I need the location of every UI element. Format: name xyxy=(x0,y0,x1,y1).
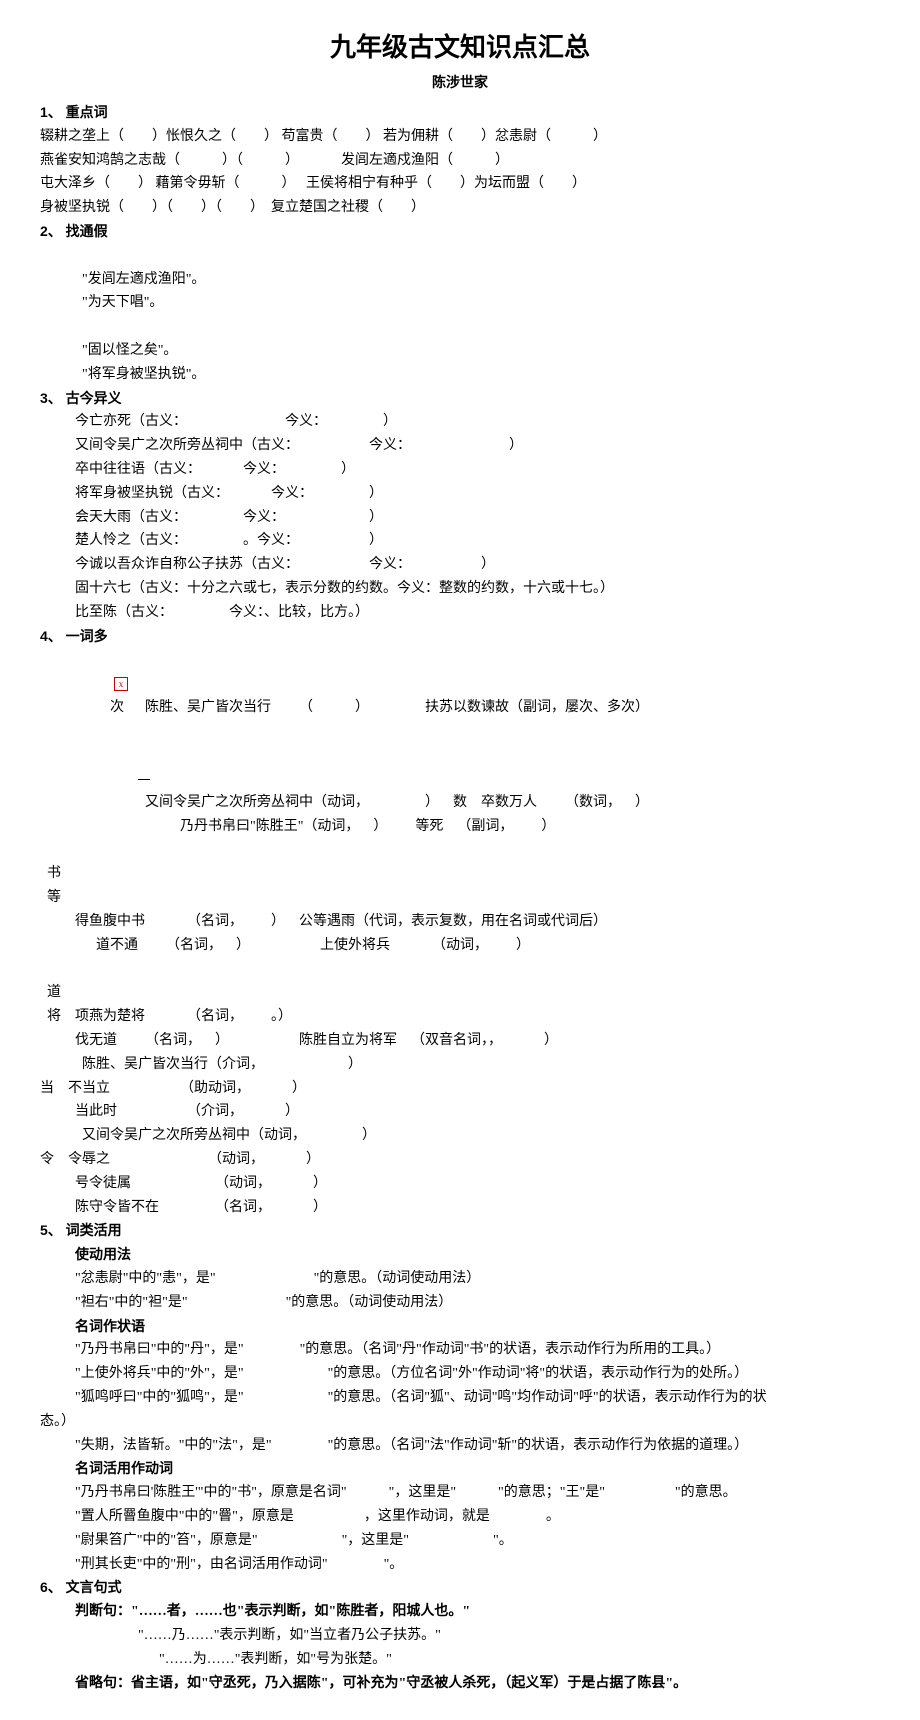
section-3-head: 3、 古今异义 xyxy=(40,387,880,411)
s3-l7: 今诚以吾众诈自称公子扶苏（古义： 今义： ） xyxy=(40,553,880,577)
s5-l9: "尉果笞广"中的"笞"，原意是" "，这里是" "。 xyxy=(40,1529,880,1553)
s4-l13: 令 令辱之 （动词， ） xyxy=(40,1148,880,1172)
s5-sub2: 名词作状语 xyxy=(40,1315,880,1339)
s2-l2a: "固以怪之矣"。 xyxy=(82,339,392,363)
s1-line1: 辍耕之垄上（ ）怅恨久之（ ） 苟富贵（ ） 若为佣耕（ ）忿恚尉（ ） xyxy=(40,125,880,149)
s3-l3: 卒中往往语（古义： 今义： ） xyxy=(40,458,880,482)
s5-l1: "忿恚尉"中的"恚"，是" "的意思。（动词使动用法） xyxy=(40,1267,880,1291)
s3-l4: 将军身被坚执锐（古义： 今义： ） xyxy=(40,482,880,506)
s5-l8: "置人所罾鱼腹中"中的"罾"，原意是 ，这里作动词，就是 。 xyxy=(40,1505,880,1529)
s4-l12: 又间令吴广之次所旁丛祠中（动词， ） xyxy=(40,1124,880,1148)
section-6-head: 6、 文言句式 xyxy=(40,1576,880,1600)
s6-l1b: 判断句："……者，……也"表示判断，如"陈胜者，阳城人也。" xyxy=(75,1604,470,1619)
s4-l7a: 道 xyxy=(47,981,317,1005)
s4-l2: 又间令吴广之次所旁丛祠中（动词， ） 数 卒数万人 （数词， ） xyxy=(40,744,880,815)
s4-l3: 乃丹书帛曰"陈胜王"（动词， ） 等死 （副词， ） xyxy=(40,815,880,839)
s4-l2-txt: 又间令吴广之次所旁丛祠中（动词， ） 数 卒数万人 （数词， ） xyxy=(145,795,649,810)
s5-l5b: 态。） xyxy=(40,1410,880,1434)
s4-l7: 道 将 项燕为楚将 （名词， 。） xyxy=(40,958,880,1029)
s1-line3: 屯大泽乡（ ） 藉第令毋斩（ ） 王侯将相宁有种乎（ ）为坛而盟（ ） xyxy=(40,172,880,196)
s4-l1: x 次 陈胜、吴广皆次当行 （ ） 扶苏以数谏故（副词，屡次、多次） xyxy=(40,648,880,743)
s2-l1a: "发闾左適戍渔阳"。 xyxy=(82,268,392,292)
s5-l4: "上使外将兵"中的"外"，是" "的意思。（方位名词"外"作动词"将"的状语，表… xyxy=(40,1362,880,1386)
s5-sub3: 名词活用作动词 xyxy=(40,1457,880,1481)
s2-line1: "发闾左適戍渔阳"。 "为天下唱"。 xyxy=(40,244,880,315)
s3-l5: 会天大雨（古义： 今义： ） xyxy=(40,506,880,530)
s5-l6: "失期，法皆斩。"中的"法"，是" "的意思。（名词"法"作动词"斩"的状语，表… xyxy=(40,1434,880,1458)
page-subtitle: 陈涉世家 xyxy=(40,71,880,95)
s4-l6: 道不通 （名词， ） 上使外将兵 （动词， ） xyxy=(40,934,880,958)
section-5-head: 5、 词类活用 xyxy=(40,1219,880,1243)
s5-sub1: 使动用法 xyxy=(40,1243,880,1267)
s4-l9: 陈胜、吴广皆次当行（介词， ） xyxy=(40,1053,880,1077)
s4-l10: 当 不当立 （助动词， ） xyxy=(40,1077,880,1101)
s4-l4: 书 等 xyxy=(40,839,880,910)
s2-l1b: "为天下唱"。 xyxy=(82,295,163,310)
s3-l9: 比至陈（古义： 今义：、比较，比方。） xyxy=(40,601,880,625)
s5-l10: "刑其长吏"中的"刑"，由名词活用作动词" "。 xyxy=(40,1553,880,1577)
s4-l4b: 等 xyxy=(47,890,61,905)
s5-l2: "袒右"中的"袒"是" "的意思。（动词使动用法） xyxy=(40,1291,880,1315)
s1-line2: 燕雀安知鸿鹄之志哉（ ）（ ） 发闾左適戍渔阳（ ） xyxy=(40,149,880,173)
page-title: 九年级古文知识点汇总 xyxy=(40,25,880,69)
s6-l4: 省略句：省主语，如"守丞死，乃入据陈"，可补充为"守丞被人杀死，（起义军）于是占… xyxy=(40,1672,880,1696)
s3-l1: 今亡亦死（古义： 今义： ） xyxy=(40,410,880,434)
section-1-head: 1、 重点词 xyxy=(40,101,880,125)
s4-l11: 当此时 （介词， ） xyxy=(40,1100,880,1124)
section-4-head: 4、 一词多 xyxy=(40,625,880,649)
s2-l2b: "将军身被坚执锐"。 xyxy=(82,367,205,382)
s5-l7: "乃丹书帛曰'陈胜王'"中的"书"，原意是名词" "，这里是" "的意思；"王"… xyxy=(40,1481,880,1505)
s1-line4: 身被坚执锐（ ）（ ）（ ） 复立楚国之社稷（ ） xyxy=(40,196,880,220)
s3-l8: 固十六七（古义：十分之六或七，表示分数的约数。今义：整数的约数，十六或十七。） xyxy=(40,577,880,601)
s2-line2: "固以怪之矣"。 "将军身被坚执锐"。 xyxy=(40,315,880,386)
s6-l3: "……为……"表判断，如"号为张楚。" xyxy=(40,1648,880,1672)
line-icon xyxy=(138,779,150,780)
error-x-icon: x xyxy=(114,677,128,691)
s4-l4a: 书 xyxy=(47,862,317,886)
s6-l1: 判断句："……者，……也"表示判断，如"陈胜者，阳城人也。" xyxy=(40,1600,880,1624)
s4-l7b: 将 项燕为楚将 （名词， 。） xyxy=(47,1009,292,1024)
s5-l5a: "狐鸣呼曰"中的"狐鸣"，是" "的意思。（名词"狐"、动词"鸣"均作动词"呼"… xyxy=(40,1386,880,1410)
s4-l14: 号令徒属 （动词， ） xyxy=(40,1172,880,1196)
section-2-head: 2、 找通假 xyxy=(40,220,880,244)
s4-l8: 伐无道 （名词， ） 陈胜自立为将军 （双音名词，， ） xyxy=(40,1029,880,1053)
s5-l3: "乃丹书帛曰"中的"丹"，是" "的意思。（名词"丹"作动词"书"的状语，表示动… xyxy=(40,1338,880,1362)
s4-l5: 得鱼腹中书 （名词， ） 公等遇雨（代词，表示复数，用在名词或代词后） xyxy=(40,910,880,934)
s3-l6: 楚人怜之（古义： 。今义： ） xyxy=(40,529,880,553)
s6-l4b: 省略句：省主语，如"守丞死，乃入据陈"，可补充为"守丞被人杀死，（起义军）于是占… xyxy=(75,1676,687,1691)
s4-l15: 陈守令皆不在 （名词， ） xyxy=(40,1196,880,1220)
s4-l1-txt: 次 陈胜、吴广皆次当行 （ ） 扶苏以数谏故（副词，屡次、多次） xyxy=(110,700,649,715)
s3-l2: 又间令吴广之次所旁丛祠中（古义： 今义： ） xyxy=(40,434,880,458)
s6-l2: "……乃……"表示判断，如"当立者乃公子扶苏。" xyxy=(40,1624,880,1648)
